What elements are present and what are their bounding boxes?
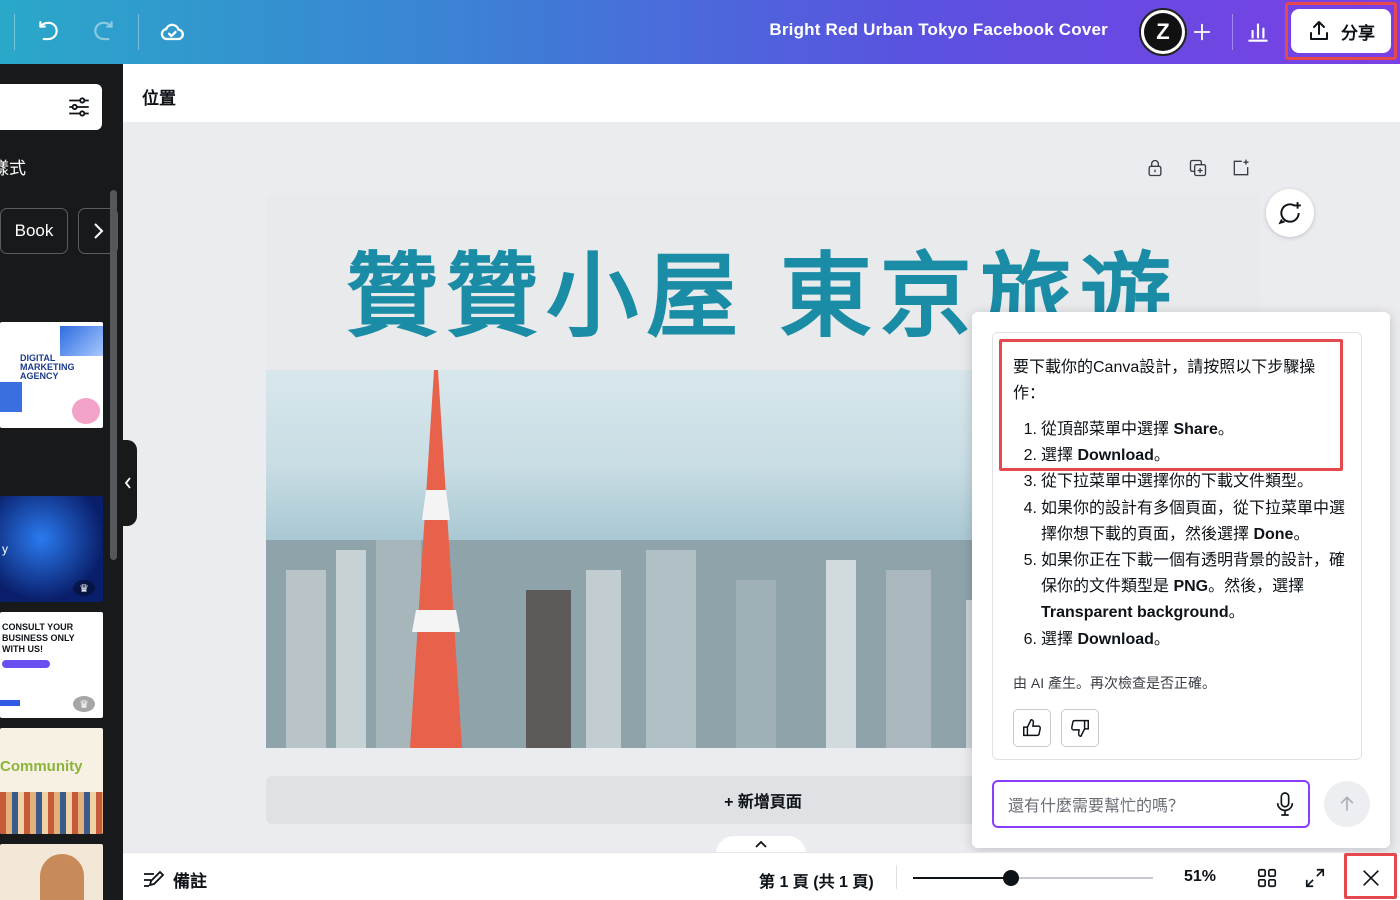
share-button[interactable]: 分享: [1291, 9, 1391, 53]
redo-button[interactable]: [84, 12, 124, 52]
redo-icon: [94, 21, 113, 41]
template-text: DIGITAL MARKETING AGENCY: [20, 353, 75, 381]
avatar[interactable]: Z: [1139, 8, 1187, 56]
arrow-up-icon: [1340, 796, 1354, 811]
list-item: 4. 如果你的設計有多個頁面，從下拉菜單中選擇你想下載的頁面，然後選擇 Done。: [1023, 499, 1346, 543]
expand-icon: [1305, 868, 1325, 888]
style-chip-book[interactable]: Book: [0, 208, 68, 254]
ai-chat-input[interactable]: 還有什麼需要幫忙的嗎？: [992, 780, 1310, 828]
chevron-right-icon: [94, 223, 104, 239]
duplicate-page-button[interactable]: [1186, 156, 1210, 180]
list-item: 3. 從下拉菜單中選擇你的下載文件類型。: [1023, 473, 1314, 491]
left-panel: 樣式 Book DIGITAL MARKETING AGENCY y ♛ CON…: [0, 64, 123, 900]
template-thumbnail[interactable]: DIGITAL MARKETING AGENCY: [0, 322, 103, 428]
ai-assistant-panel: 要下載你的Canva設計，請按照以下步驟操作： 1. 從頂部菜單中選擇 Share…: [972, 312, 1390, 848]
template-thumbnail[interactable]: CONSULT YOUR BUSINESS ONLY WITH US! ♛: [0, 612, 103, 718]
template-decoration: [0, 792, 103, 834]
chevron-up-icon: [755, 840, 767, 848]
notes-icon: [144, 870, 165, 887]
bottom-divider: [896, 865, 897, 889]
notes-button[interactable]: 備註: [141, 867, 207, 892]
list-item: 5. 如果你正在下載一個有透明背景的設計，確保你的文件類型是 PNG。然後，選擇 …: [1023, 552, 1346, 622]
add-collaborator-button[interactable]: [1182, 12, 1222, 52]
add-page-icon-button[interactable]: [1229, 156, 1253, 180]
ai-response-card: 要下載你的Canva設計，請按照以下步驟操作： 1. 從頂部菜單中選擇 Share…: [992, 332, 1362, 760]
avatar-letter: Z: [1144, 13, 1182, 51]
template-text: CONSULT YOUR BUSINESS ONLY WITH US!: [2, 622, 75, 654]
microphone-icon[interactable]: [1274, 791, 1296, 817]
toolbar-divider: [138, 14, 139, 50]
template-decoration: [2, 660, 50, 668]
duplicate-icon: [1189, 159, 1207, 177]
bottom-bar: 備註 第 1 頁 (共 1 頁) 51%: [123, 852, 1400, 900]
template-decoration: [0, 700, 20, 706]
filter-icon[interactable]: [66, 94, 92, 120]
zoom-slider-handle[interactable]: [1003, 870, 1020, 886]
ai-steps-list: 1. 從頂部菜單中選擇 Share。 2. 選擇 Download。 3. 從下拉菜單…: [1013, 417, 1347, 653]
page-indicator[interactable]: 第 1 頁 (共 1 頁): [759, 868, 874, 892]
premium-crown-icon: ♛: [73, 580, 95, 596]
thumbs-down-button[interactable]: [1061, 708, 1099, 747]
insights-button[interactable]: [1238, 12, 1278, 52]
template-decoration: [40, 854, 84, 900]
editor-subheader: 位置: [123, 64, 1400, 122]
template-text: Community: [0, 758, 83, 775]
cloud-check-icon: [160, 23, 184, 41]
list-item: 2. 選擇 Download。: [1023, 447, 1170, 465]
lock-page-button[interactable]: [1143, 156, 1167, 180]
fullscreen-button[interactable]: [1302, 865, 1328, 891]
share-label: 分享: [1341, 23, 1375, 43]
grid-icon: [1257, 868, 1277, 888]
template-thumbnail[interactable]: y ♛: [0, 496, 103, 602]
template-thumbnail[interactable]: Community: [0, 728, 103, 834]
add-comment-button[interactable]: [1266, 189, 1314, 237]
comment-plus-icon: [1278, 202, 1301, 225]
chevron-left-icon: [124, 477, 131, 489]
close-assistant-button[interactable]: [1358, 865, 1384, 891]
search-input[interactable]: [0, 84, 102, 130]
undo-icon: [39, 21, 58, 41]
template-text: y: [2, 542, 8, 556]
upload-icon: [1310, 21, 1328, 40]
save-status-button[interactable]: [152, 12, 192, 52]
template-decoration: [60, 326, 103, 356]
ai-chat-placeholder: 還有什麼需要幫忙的嗎？: [1008, 798, 1185, 815]
template-decoration: [0, 382, 22, 412]
top-toolbar: Bright Red Urban Tokyo Facebook Cover Z …: [0, 0, 1400, 64]
add-page-icon: [1233, 159, 1249, 176]
left-panel-scrollbar[interactable]: [110, 190, 117, 560]
position-button[interactable]: 位置: [142, 84, 176, 109]
thumbs-down-icon: [1071, 719, 1089, 737]
toolbar-divider: [1232, 14, 1233, 50]
grid-view-button[interactable]: [1254, 865, 1280, 891]
notes-label: 備註: [173, 872, 207, 891]
thumbs-up-button[interactable]: [1013, 708, 1051, 747]
zoom-slider[interactable]: [913, 870, 1153, 886]
list-item: 6. 選擇 Download。: [1023, 630, 1170, 648]
premium-crown-icon: ♛: [73, 696, 95, 712]
list-item: 1. 從頂部菜單中選擇 Share。: [1023, 421, 1234, 438]
ai-disclaimer: 由 AI 產生。再次檢查是否正確。: [1013, 674, 1217, 691]
feedback-row: [1013, 708, 1347, 747]
bar-chart-icon: [1248, 23, 1268, 42]
style-label: 樣式: [0, 159, 26, 178]
toolbar-divider: [14, 14, 15, 50]
send-button[interactable]: [1324, 781, 1370, 827]
template-decoration: [72, 398, 100, 424]
zoom-slider-fill: [913, 877, 1012, 879]
close-icon: [1363, 870, 1379, 886]
undo-button[interactable]: [28, 12, 68, 52]
lock-icon: [1148, 159, 1162, 177]
thumbs-up-icon: [1023, 718, 1041, 736]
plus-icon: [1193, 23, 1211, 41]
collapse-panel-button[interactable]: [119, 440, 137, 526]
ai-response-intro: 要下載你的Canva設計，請按照以下步驟操作：: [1013, 359, 1316, 402]
document-title[interactable]: Bright Red Urban Tokyo Facebook Cover: [769, 20, 1108, 40]
zoom-level[interactable]: 51%: [1184, 868, 1216, 886]
template-thumbnail[interactable]: [0, 844, 103, 900]
